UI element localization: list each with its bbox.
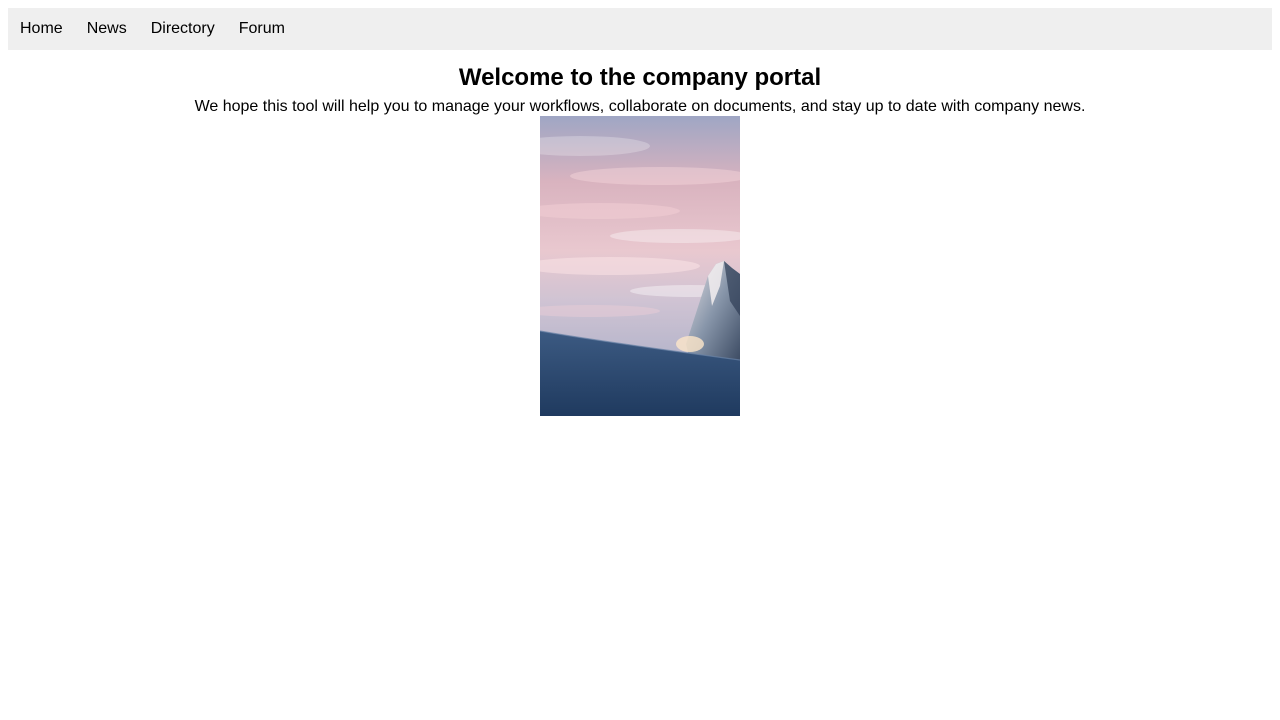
nav-item-directory[interactable]: Directory [139, 8, 227, 50]
page-title: Welcome to the company portal [458, 64, 822, 91]
hero-image [540, 116, 740, 416]
main-content: Welcome to the company portal We hope th… [0, 62, 1280, 416]
nav-item-forum[interactable]: Forum [227, 8, 297, 50]
mountain-sunset-illustration [540, 116, 740, 416]
top-navbar: Home News Directory Forum [8, 8, 1272, 50]
page-intro: We hope this tool will help you to manag… [194, 98, 1086, 115]
nav-item-news[interactable]: News [75, 8, 139, 50]
nav-item-home[interactable]: Home [8, 8, 75, 50]
